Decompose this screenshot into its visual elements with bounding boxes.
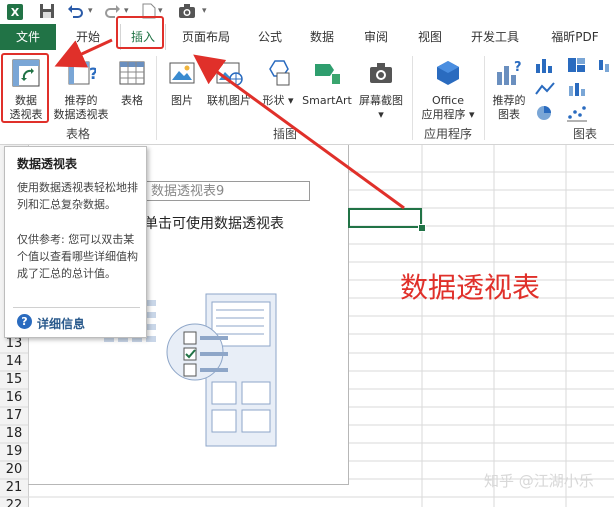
annotation-label: 数据透视表 — [400, 271, 541, 304]
watermark-text: 知乎 @江湖小乐 — [484, 472, 594, 490]
annotation-arrows — [54, 38, 405, 210]
